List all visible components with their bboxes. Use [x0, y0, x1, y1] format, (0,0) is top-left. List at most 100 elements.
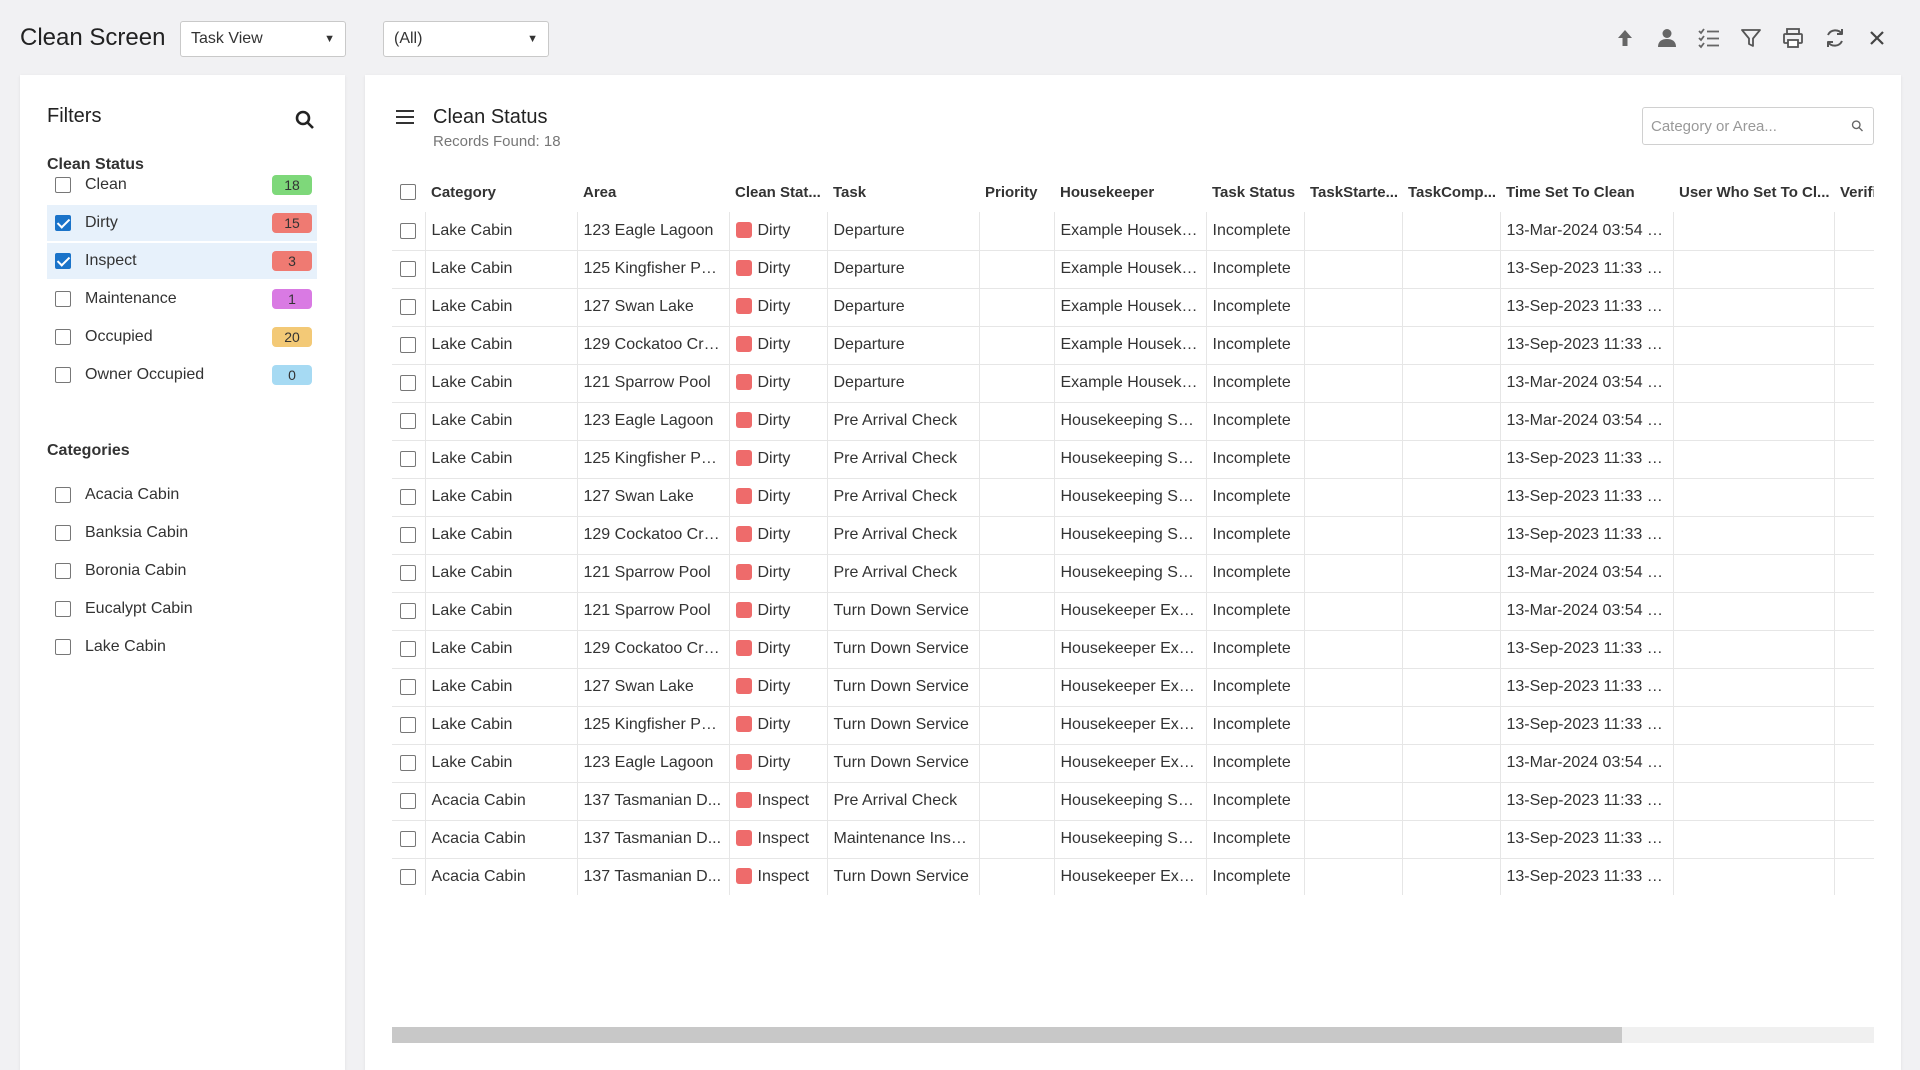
column-header[interactable]: TaskStarte... — [1304, 172, 1402, 212]
table-row[interactable]: Acacia Cabin 137 Tasmanian D... Inspect Pre… — [392, 782, 1874, 821]
row-checkbox[interactable] — [400, 717, 416, 733]
row-checkbox[interactable] — [400, 337, 416, 353]
column-header[interactable]: Verifie — [1834, 172, 1874, 212]
view-select[interactable]: Task View ▼ — [180, 21, 346, 57]
column-header[interactable]: Task Status — [1206, 172, 1304, 212]
search-icon[interactable] — [293, 108, 317, 132]
row-checkbox[interactable] — [400, 679, 416, 695]
row-checkbox[interactable] — [400, 375, 416, 391]
select-all-checkbox[interactable] — [400, 184, 416, 200]
table-cell — [1401, 288, 1500, 327]
row-checkbox[interactable] — [400, 755, 416, 771]
table-row[interactable]: Lake Cabin 121 Sparrow Pool Dirty Departure… — [392, 364, 1874, 403]
row-checkbox[interactable] — [400, 222, 416, 239]
category-filter-boronia-cabin[interactable]: Boronia Cabin — [47, 553, 317, 589]
count-badge: 1 — [272, 289, 312, 309]
filter-checkbox[interactable] — [55, 291, 71, 307]
scrollbar-thumb[interactable] — [392, 1027, 1623, 1043]
clean-status-filter-occupied[interactable]: Occupied 20 — [47, 319, 317, 355]
table-row[interactable]: Lake Cabin 125 Kingfisher Po... Dirty Pre A… — [392, 440, 1874, 479]
row-checkbox[interactable] — [400, 261, 416, 277]
clean-status-text: Dirty — [757, 412, 791, 429]
arrow-up-icon[interactable] — [1604, 22, 1646, 54]
category-search-field[interactable] — [1642, 107, 1874, 145]
row-checkbox[interactable] — [400, 489, 416, 505]
filter-checkbox[interactable] — [55, 601, 71, 617]
filter-checkbox[interactable] — [55, 639, 71, 655]
table-row[interactable]: Lake Cabin 125 Kingfisher Po... Dirty Turn … — [392, 706, 1874, 745]
filter-checkbox[interactable] — [55, 177, 71, 193]
clean-status-filter-dirty[interactable]: Dirty 15 — [47, 205, 317, 241]
category-filter-lake-cabin[interactable]: Lake Cabin — [47, 629, 317, 665]
category-filter-acacia-cabin[interactable]: Acacia Cabin — [47, 477, 317, 513]
column-header[interactable]: Area — [577, 172, 729, 212]
filter-select-value: (All) — [394, 30, 423, 47]
column-header[interactable]: Category — [425, 172, 577, 212]
table-row[interactable]: Lake Cabin 121 Sparrow Pool Dirty Turn Down… — [392, 592, 1874, 631]
table-row[interactable]: Lake Cabin 129 Cockatoo Cre... Dirty Depart… — [392, 326, 1874, 365]
table-cell — [1303, 858, 1402, 895]
column-header[interactable]: Housekeeper — [1054, 172, 1206, 212]
filter-checkbox[interactable] — [55, 329, 71, 345]
menu-icon[interactable] — [396, 110, 414, 126]
table-row[interactable]: Lake Cabin 127 Swan Lake Dirty Turn Down Se… — [392, 668, 1874, 707]
clean-status-filter-owner-occupied[interactable]: Owner Occupied 0 — [47, 357, 317, 393]
row-checkbox[interactable] — [400, 451, 416, 467]
filter-checkbox[interactable] — [55, 525, 71, 541]
filter-checkbox[interactable] — [55, 215, 71, 231]
column-header[interactable]: User Who Set To Cl... — [1673, 172, 1834, 212]
checklist-icon[interactable] — [1688, 22, 1730, 54]
table-row[interactable]: Lake Cabin 123 Eagle Lagoon Dirty Departure… — [392, 212, 1874, 251]
row-checkbox[interactable] — [400, 527, 416, 543]
table-cell: 13-Sep-2023 11:33 am — [1499, 820, 1673, 859]
table-cell: Housekeeping Su... — [1053, 440, 1206, 479]
filter-checkbox[interactable] — [55, 253, 71, 269]
column-header[interactable]: Priority — [979, 172, 1054, 212]
row-checkbox[interactable] — [400, 603, 416, 619]
refresh-icon[interactable] — [1814, 22, 1856, 54]
table-row[interactable]: Lake Cabin 121 Sparrow Pool Dirty Pre Arriv… — [392, 554, 1874, 593]
table-row[interactable]: Acacia Cabin 137 Tasmanian D... Inspect Tur… — [392, 858, 1874, 895]
category-filter-eucalypt-cabin[interactable]: Eucalypt Cabin — [47, 591, 317, 627]
table-row[interactable]: Lake Cabin 129 Cockatoo Cre... Dirty Turn D… — [392, 630, 1874, 669]
category-search-input[interactable] — [1651, 117, 1850, 135]
row-checkbox[interactable] — [400, 299, 416, 315]
filter-checkbox[interactable] — [55, 367, 71, 383]
view-select-value: Task View — [191, 30, 263, 47]
clean-status-text: Dirty — [757, 221, 791, 239]
clean-status-filter-maintenance[interactable]: Maintenance 1 — [47, 281, 317, 317]
row-checkbox[interactable] — [400, 413, 416, 429]
filter-checkbox[interactable] — [55, 563, 71, 579]
column-header[interactable]: Clean Stat... — [729, 172, 827, 212]
table-row[interactable]: Lake Cabin 129 Cockatoo Cre... Dirty Pre Ar… — [392, 516, 1874, 555]
close-icon[interactable] — [1856, 22, 1898, 54]
clean-status-text: Dirty — [757, 564, 791, 581]
table-row[interactable]: Lake Cabin 127 Swan Lake Dirty Departure Exa… — [392, 288, 1874, 327]
table-row[interactable]: Acacia Cabin 137 Tasmanian D... Inspect Mai… — [392, 820, 1874, 859]
column-header[interactable]: TaskComp... — [1402, 172, 1500, 212]
user-icon[interactable] — [1646, 22, 1688, 54]
table-cell: Housekeeping Su... — [1053, 516, 1206, 555]
column-header[interactable]: Time Set To Clean — [1500, 172, 1673, 212]
row-checkbox[interactable] — [400, 641, 416, 657]
search-icon[interactable] — [1850, 117, 1865, 135]
print-icon[interactable] — [1772, 22, 1814, 54]
row-checkbox[interactable] — [400, 793, 416, 809]
table-cell — [1833, 440, 1874, 479]
clean-status-filter-inspect[interactable]: Inspect 3 — [47, 243, 317, 279]
filter-checkbox[interactable] — [55, 487, 71, 503]
table-row[interactable]: Lake Cabin 127 Swan Lake Dirty Pre Arrival … — [392, 478, 1874, 517]
filter-icon[interactable] — [1730, 22, 1772, 54]
row-checkbox[interactable] — [400, 831, 416, 847]
horizontal-scrollbar[interactable] — [392, 1027, 1874, 1043]
category-filter-banksia-cabin[interactable]: Banksia Cabin — [47, 515, 317, 551]
row-checkbox[interactable] — [400, 869, 416, 885]
table-row[interactable]: Lake Cabin 125 Kingfisher Po... Dirty Depar… — [392, 250, 1874, 289]
filter-select[interactable]: (All) ▼ — [383, 21, 549, 57]
table-cell: 129 Cockatoo Cre... — [576, 516, 729, 555]
row-checkbox[interactable] — [400, 565, 416, 581]
table-row[interactable]: Lake Cabin 123 Eagle Lagoon Dirty Pre Arriv… — [392, 402, 1874, 441]
column-header[interactable]: Task — [827, 172, 979, 212]
clean-status-filter-clean[interactable]: Clean 18 — [47, 167, 317, 203]
table-row[interactable]: Lake Cabin 123 Eagle Lagoon Dirty Turn Down… — [392, 744, 1874, 783]
